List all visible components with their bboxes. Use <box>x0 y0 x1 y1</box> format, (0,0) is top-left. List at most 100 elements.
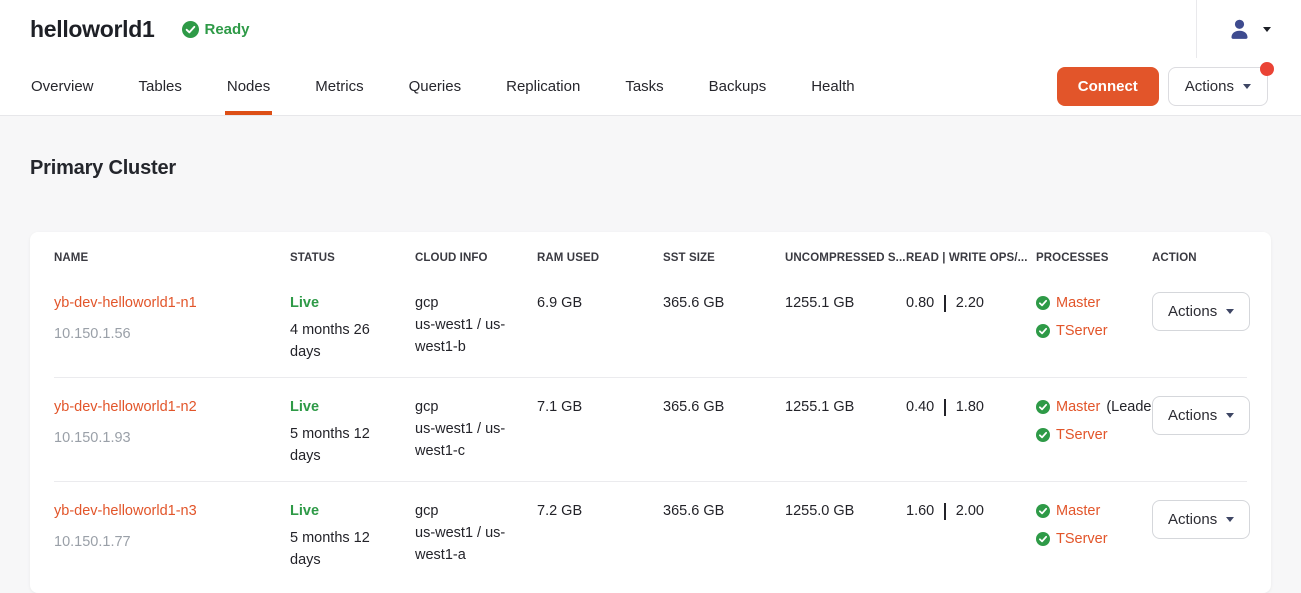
node-actions-button[interactable]: Actions <box>1152 500 1250 539</box>
uncompressed-size-cell: 1255.1 GB <box>785 292 906 314</box>
node-uptime: 5 months 12 days <box>290 423 401 467</box>
node-ip: 10.150.1.56 <box>54 323 276 345</box>
tab-overview[interactable]: Overview <box>31 58 94 115</box>
col-header-cloud-info[interactable]: CLOUD INFO <box>415 252 537 264</box>
page-title: Primary Cluster <box>30 157 1271 180</box>
processes-cell: Master (Leader) TServer <box>1036 396 1152 452</box>
tserver-link[interactable]: TServer <box>1056 528 1108 550</box>
check-circle-icon <box>1036 504 1050 518</box>
node-actions-label: Actions <box>1168 407 1217 424</box>
cloud-provider: gcp <box>415 396 523 418</box>
read-ops-value: 0.40 <box>906 396 934 418</box>
tab-queries[interactable]: Queries <box>409 58 462 115</box>
check-circle-icon <box>1036 532 1050 546</box>
write-ops-value: 2.00 <box>956 500 984 522</box>
tserver-process: TServer <box>1036 424 1138 446</box>
node-uptime: 4 months 26 days <box>290 319 401 363</box>
tserver-process: TServer <box>1036 320 1138 342</box>
cloud-provider: gcp <box>415 292 523 314</box>
node-status: Live <box>290 292 401 314</box>
master-link[interactable]: Master <box>1056 292 1100 314</box>
read-write-ops-cell: 0.80 2.20 <box>906 292 1036 314</box>
master-link[interactable]: Master <box>1056 500 1100 522</box>
node-uptime: 5 months 12 days <box>290 527 401 571</box>
cloud-region-zone: us-west1 / us-west1-c <box>415 418 523 462</box>
cloud-info-cell: gcp us-west1 / us-west1-c <box>415 396 537 462</box>
write-ops-value: 2.20 <box>956 292 984 314</box>
col-header-ram-used[interactable]: RAM USED <box>537 252 663 264</box>
tab-metrics[interactable]: Metrics <box>315 58 363 115</box>
tserver-link[interactable]: TServer <box>1056 424 1108 446</box>
uncompressed-size-cell: 1255.1 GB <box>785 396 906 418</box>
node-actions-label: Actions <box>1168 511 1217 528</box>
col-header-processes[interactable]: PROCESSES <box>1036 252 1152 264</box>
cloud-region-zone: us-west1 / us-west1-b <box>415 314 523 358</box>
node-status-cell: Live 5 months 12 days <box>290 500 415 571</box>
universe-name: helloworld1 <box>30 16 155 43</box>
table-row: yb-dev-helloworld1-n1 10.150.1.56 Live 4… <box>54 274 1247 377</box>
ops-divider <box>944 295 946 312</box>
col-header-status[interactable]: STATUS <box>290 252 415 264</box>
node-name-link[interactable]: yb-dev-helloworld1-n2 <box>54 399 197 415</box>
node-actions-button[interactable]: Actions <box>1152 396 1250 435</box>
universe-actions-button[interactable]: Actions <box>1168 67 1268 106</box>
table-row: yb-dev-helloworld1-n3 10.150.1.77 Live 5… <box>54 481 1247 585</box>
nav-action-buttons: Connect Actions <box>1057 67 1301 106</box>
tserver-link[interactable]: TServer <box>1056 320 1108 342</box>
master-link[interactable]: Master <box>1056 396 1100 418</box>
tab-replication[interactable]: Replication <box>506 58 580 115</box>
node-status: Live <box>290 500 401 522</box>
read-ops-value: 0.80 <box>906 292 934 314</box>
processes-cell: Master TServer <box>1036 292 1152 348</box>
universe-actions-label: Actions <box>1185 78 1234 95</box>
cloud-provider: gcp <box>415 500 523 522</box>
node-actions-label: Actions <box>1168 303 1217 320</box>
chevron-down-icon <box>1226 517 1234 522</box>
cloud-info-cell: gcp us-west1 / us-west1-b <box>415 292 537 358</box>
node-ip: 10.150.1.77 <box>54 531 276 553</box>
node-name-link[interactable]: yb-dev-helloworld1-n3 <box>54 503 197 519</box>
user-avatar-icon <box>1227 17 1252 42</box>
tab-nodes[interactable]: Nodes <box>227 58 270 115</box>
action-cell: Actions <box>1152 500 1264 539</box>
cloud-info-cell: gcp us-west1 / us-west1-a <box>415 500 537 566</box>
col-header-name[interactable]: NAME <box>54 252 290 264</box>
node-name-cell: yb-dev-helloworld1-n2 10.150.1.93 <box>54 396 290 449</box>
connect-button[interactable]: Connect <box>1057 67 1159 106</box>
notification-dot <box>1260 62 1274 76</box>
col-header-read-write-ops[interactable]: READ | WRITE OPS/... <box>906 252 1036 264</box>
col-header-sst-size[interactable]: SST SIZE <box>663 252 785 264</box>
check-circle-icon <box>182 21 199 38</box>
status-badge: Ready <box>182 21 250 38</box>
tab-tasks[interactable]: Tasks <box>625 58 663 115</box>
node-actions-button[interactable]: Actions <box>1152 292 1250 331</box>
check-circle-icon <box>1036 296 1050 310</box>
tab-tables[interactable]: Tables <box>139 58 182 115</box>
ram-used-cell: 7.2 GB <box>537 500 663 522</box>
tab-health[interactable]: Health <box>811 58 854 115</box>
tab-backups[interactable]: Backups <box>709 58 767 115</box>
read-write-ops-cell: 1.60 2.00 <box>906 500 1036 522</box>
tab-bar: Overview Tables Nodes Metrics Queries Re… <box>31 58 855 115</box>
ram-used-cell: 7.1 GB <box>537 396 663 418</box>
uncompressed-size-cell: 1255.0 GB <box>785 500 906 522</box>
node-status: Live <box>290 396 401 418</box>
check-circle-icon <box>1036 400 1050 414</box>
chevron-down-icon <box>1263 27 1271 32</box>
master-process: Master <box>1036 292 1138 314</box>
status-badge-label: Ready <box>205 21 250 38</box>
table-header-row: NAME STATUS CLOUD INFO RAM USED SST SIZE… <box>54 252 1247 274</box>
read-ops-value: 1.60 <box>906 500 934 522</box>
table-row: yb-dev-helloworld1-n2 10.150.1.93 Live 5… <box>54 377 1247 481</box>
ops-divider <box>944 399 946 416</box>
check-circle-icon <box>1036 428 1050 442</box>
node-name-cell: yb-dev-helloworld1-n3 10.150.1.77 <box>54 500 290 553</box>
node-status-cell: Live 4 months 26 days <box>290 292 415 363</box>
col-header-uncompressed-size[interactable]: UNCOMPRESSED S... <box>785 252 906 264</box>
user-menu-button[interactable] <box>1196 0 1301 58</box>
read-write-ops-cell: 0.401.80 <box>906 396 1036 418</box>
master-process: Master <box>1036 500 1138 522</box>
master-process: Master (Leader) <box>1036 396 1138 418</box>
node-name-link[interactable]: yb-dev-helloworld1-n1 <box>54 295 197 311</box>
processes-cell: Master TServer <box>1036 500 1152 556</box>
